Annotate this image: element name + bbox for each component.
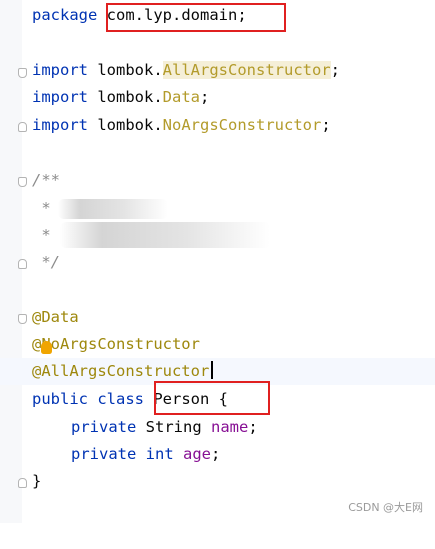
code-line-comment-open[interactable]: /**: [0, 167, 435, 194]
annotation-data: @Data: [32, 308, 79, 326]
import-class-data: Data: [162, 88, 200, 106]
semicolon: ;: [330, 61, 340, 79]
code-line-close-brace[interactable]: }: [0, 468, 435, 495]
semicolon: ;: [321, 116, 331, 134]
code-line-ann-data[interactable]: @Data: [0, 304, 435, 331]
import-package: lombok.: [97, 61, 163, 79]
redacted-blur: [60, 222, 270, 248]
code-line-comment-close[interactable]: */: [0, 249, 435, 276]
import-class-allargs: AllArgsConstructor: [162, 61, 331, 79]
code-line-field-name[interactable]: private String name;: [0, 414, 435, 441]
semicolon: ;: [210, 445, 221, 463]
semicolon: ;: [200, 88, 210, 106]
comment-text: *: [32, 199, 60, 217]
import-class-noargs: NoArgsConstructor: [162, 116, 322, 134]
code-line-import-data[interactable]: import lombok.Data;: [0, 84, 435, 111]
field-name: name: [210, 418, 249, 436]
field-modifier: private: [71, 418, 146, 436]
class-modifiers: public class: [32, 390, 154, 408]
field-type: String: [145, 418, 211, 436]
highlight-package-name: [106, 3, 286, 32]
field-name: age: [182, 445, 211, 463]
comment-text: *: [32, 226, 60, 244]
import-package: lombok.: [97, 116, 163, 134]
code-line-import-allargs[interactable]: import lombok.AllArgsConstructor;: [0, 57, 435, 84]
import-keyword: import: [32, 88, 88, 106]
field-modifier: private: [71, 445, 146, 463]
package-keyword: package: [32, 6, 98, 24]
annotation-allargs: @AllArgsConstructor: [32, 362, 210, 380]
watermark: CSDN @大E网: [348, 501, 423, 514]
text-caret: [211, 361, 214, 379]
highlight-class-name: [154, 381, 270, 415]
code-line-ann-noargs[interactable]: @NoArgsConstructor: [0, 331, 435, 358]
import-keyword: import: [32, 116, 88, 134]
field-type: int: [145, 445, 183, 463]
close-brace: }: [32, 472, 42, 490]
comment-close: */: [32, 253, 60, 271]
code-line-import-noargs[interactable]: import lombok.NoArgsConstructor;: [0, 112, 435, 139]
import-keyword: import: [32, 61, 88, 79]
comment-open: /**: [32, 171, 60, 189]
semicolon: ;: [248, 418, 258, 436]
code-line-field-age[interactable]: private int age;: [0, 441, 435, 468]
code-editor[interactable]: package com.lyp.domain; import lombok.Al…: [0, 0, 435, 523]
lightbulb-icon[interactable]: [41, 341, 52, 354]
import-package: lombok.: [97, 88, 163, 106]
redacted-blur: [58, 199, 168, 219]
annotation-noargs: @NoArgsConstructor: [32, 335, 200, 353]
